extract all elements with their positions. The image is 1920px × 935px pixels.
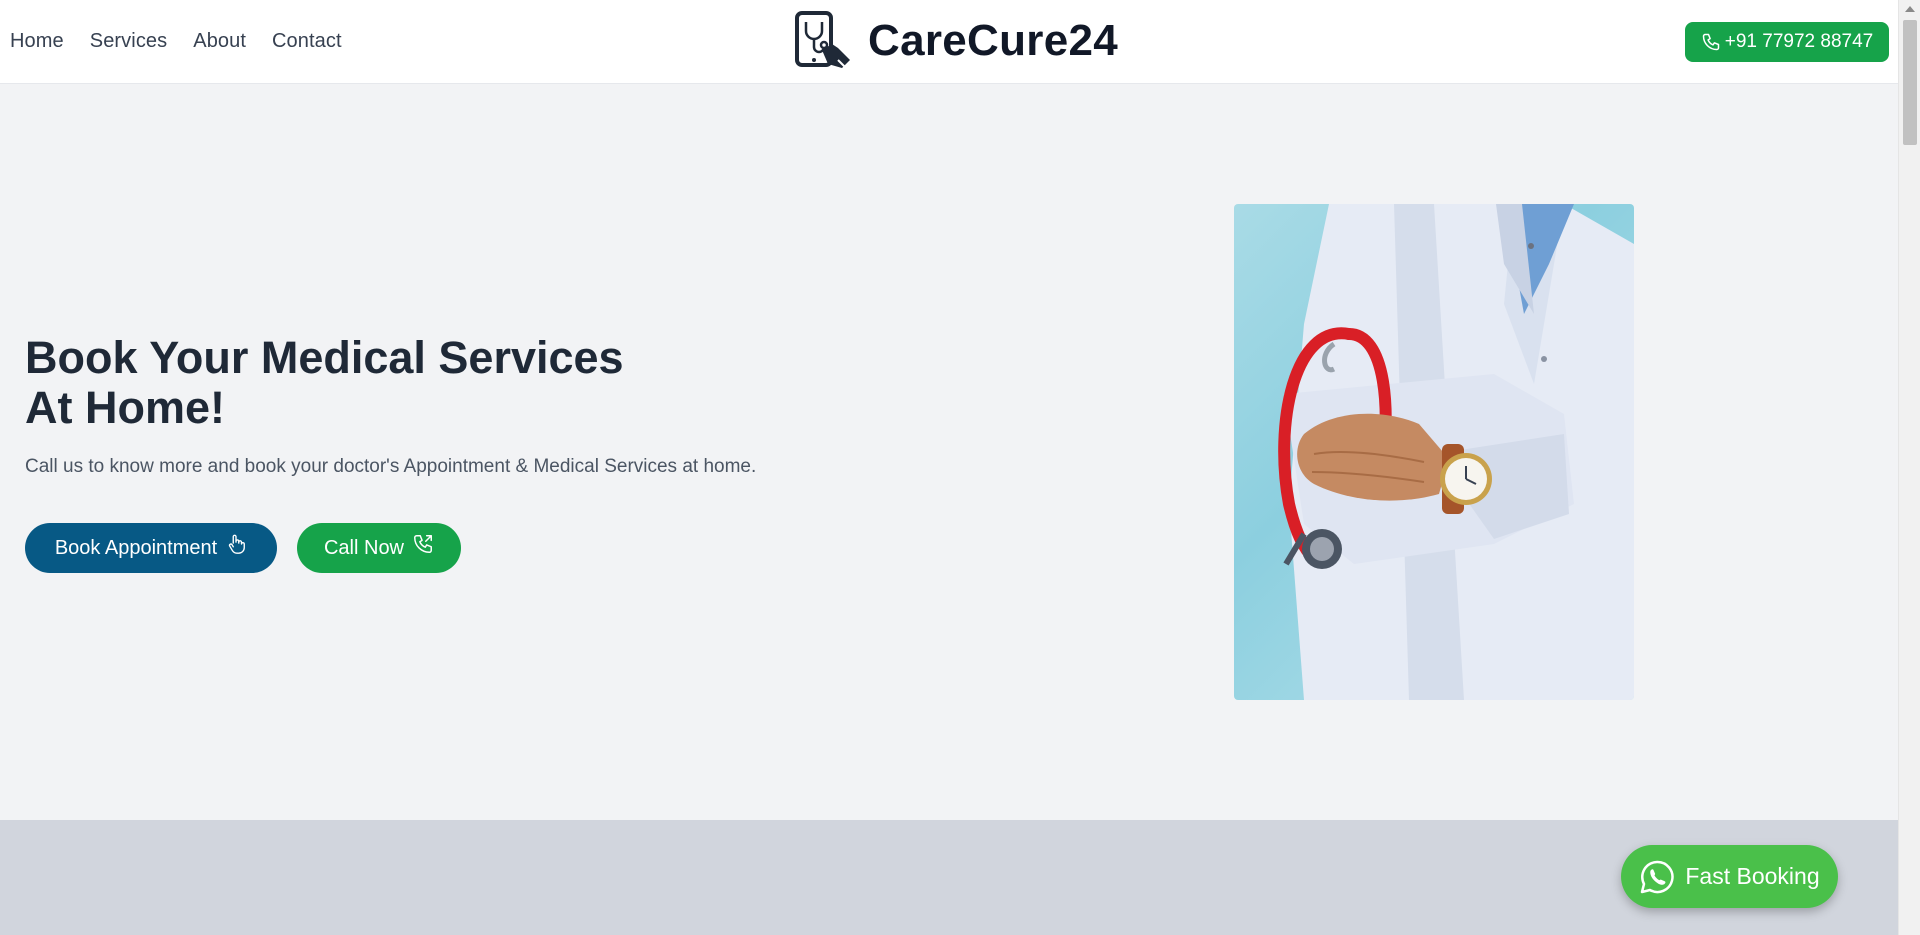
nav-contact[interactable]: Contact: [272, 30, 342, 53]
phone-number: +91 77972 88747: [1724, 31, 1874, 52]
book-appointment-button[interactable]: Book Appointment: [25, 523, 277, 573]
hand-pointer-icon: [229, 534, 246, 554]
doctor-illustration: [1278, 204, 1634, 700]
nav-home[interactable]: Home: [10, 30, 64, 53]
scroll-up-arrow-icon[interactable]: [1905, 6, 1915, 12]
hero-subtitle: Call us to know more and book your docto…: [25, 456, 757, 477]
hero-title-line1: Book Your Medical Services: [25, 332, 624, 383]
hero-title-line2: At Home!: [25, 382, 225, 433]
tablet-stethoscope-icon: [795, 11, 850, 69]
hero-title: Book Your Medical Services At Home!: [25, 333, 725, 433]
fast-booking-button[interactable]: Fast Booking: [1621, 845, 1838, 908]
phone-icon: [1702, 33, 1720, 51]
lower-section-band: [0, 820, 1898, 935]
brand-name: CareCure24: [868, 16, 1119, 65]
nav-about[interactable]: About: [193, 30, 246, 53]
hero-doctor-image: [1234, 204, 1634, 700]
call-now-button[interactable]: Call Now: [297, 523, 461, 573]
whatsapp-icon: [1641, 860, 1675, 893]
main-nav: Home Services About Contact: [10, 30, 342, 53]
brand-logo[interactable]: CareCure24: [792, 10, 1118, 72]
scrollbar-thumb[interactable]: [1903, 20, 1917, 145]
page-scrollbar[interactable]: [1898, 0, 1920, 935]
nav-services[interactable]: Services: [90, 30, 168, 53]
phone-button[interactable]: +91 77972 88747: [1685, 22, 1889, 62]
book-appointment-label: Book Appointment: [54, 536, 218, 559]
call-now-label: Call Now: [323, 536, 405, 559]
site-header: Home Services About Contact CareCure24 +…: [0, 0, 1898, 84]
fast-booking-label: Fast Booking: [1685, 863, 1820, 889]
phone-outgoing-icon: [414, 535, 432, 553]
